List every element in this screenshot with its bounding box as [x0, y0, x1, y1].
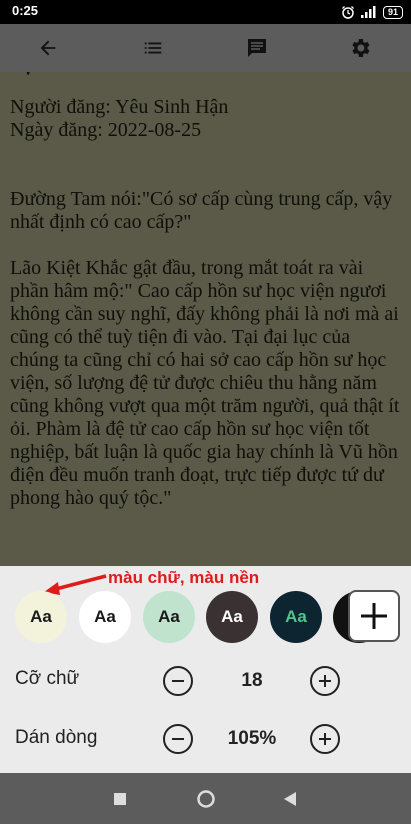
gear-icon [352, 39, 370, 57]
minus-icon [172, 680, 184, 682]
plus-icon [361, 603, 387, 629]
system-back-button[interactable] [265, 773, 315, 824]
reading-settings-panel: màu chữ, màu nền Aa Aa Aa Aa Aa Cỡ chữ 1… [0, 566, 411, 773]
theme-swatch-dark[interactable]: Aa [206, 591, 258, 643]
date-line: Ngày đăng: 2022-08-25 [10, 119, 202, 141]
plus-icon [319, 733, 331, 745]
table-of-contents-button[interactable] [129, 24, 177, 72]
paragraph: Lão Kiệt Khắc gật đầu, trong mắt toát ra… [10, 257, 400, 509]
cutoff-text-line: " v " [10, 72, 46, 81]
back-arrow-icon [40, 40, 56, 56]
list-icon [144, 42, 162, 54]
theme-swatch-mint[interactable]: Aa [143, 591, 195, 643]
font-size-value: 18 [241, 670, 263, 691]
add-theme-button[interactable] [348, 590, 400, 642]
triangle-icon [284, 791, 296, 806]
theme-swatch-white[interactable]: Aa [79, 591, 131, 643]
line-spacing-label: Dán dòng [15, 727, 98, 748]
status-bar: 0:25 91 [0, 0, 411, 24]
alarm-icon [342, 6, 354, 19]
author-line: Người đăng: Yêu Sinh Hận [10, 96, 229, 118]
increase-font-size-button[interactable] [310, 666, 340, 696]
circle-icon [197, 789, 215, 808]
theme-swatch-cream[interactable]: Aa [15, 591, 67, 643]
line-spacing-value: 105% [227, 728, 277, 749]
reader-toolbar [0, 24, 411, 72]
reader-text: Người đăng: Yêu Sinh Hận Ngày đăng: 2022… [10, 96, 402, 510]
plus-icon [319, 675, 331, 687]
square-icon [114, 792, 126, 805]
minus-icon [172, 738, 184, 740]
decrease-line-spacing-button[interactable] [163, 724, 193, 754]
back-button[interactable] [24, 24, 72, 72]
battery-indicator: 91 [382, 5, 403, 19]
comments-button[interactable] [233, 24, 281, 72]
annotation-label: màu chữ, màu nền [108, 568, 260, 587]
recent-apps-button[interactable] [95, 773, 145, 824]
theme-swatch-navy[interactable]: Aa [270, 591, 322, 643]
system-navigation-bar [0, 773, 411, 824]
paragraph: Đường Tam nói:"Có sơ cấp cùng trung cấp,… [10, 188, 393, 233]
increase-line-spacing-button[interactable] [310, 724, 340, 754]
decrease-font-size-button[interactable] [163, 666, 193, 696]
reader-content[interactable]: " v " Người đăng: Yêu Sinh Hận Ngày đăng… [0, 72, 411, 566]
settings-button[interactable] [336, 24, 384, 72]
status-time: 0:25 [12, 3, 39, 18]
status-icons: 91 [341, 4, 403, 20]
home-button[interactable] [181, 773, 231, 824]
signal-icon [360, 6, 376, 18]
comment-icon [248, 39, 266, 57]
font-size-label: Cỡ chữ [15, 668, 80, 689]
